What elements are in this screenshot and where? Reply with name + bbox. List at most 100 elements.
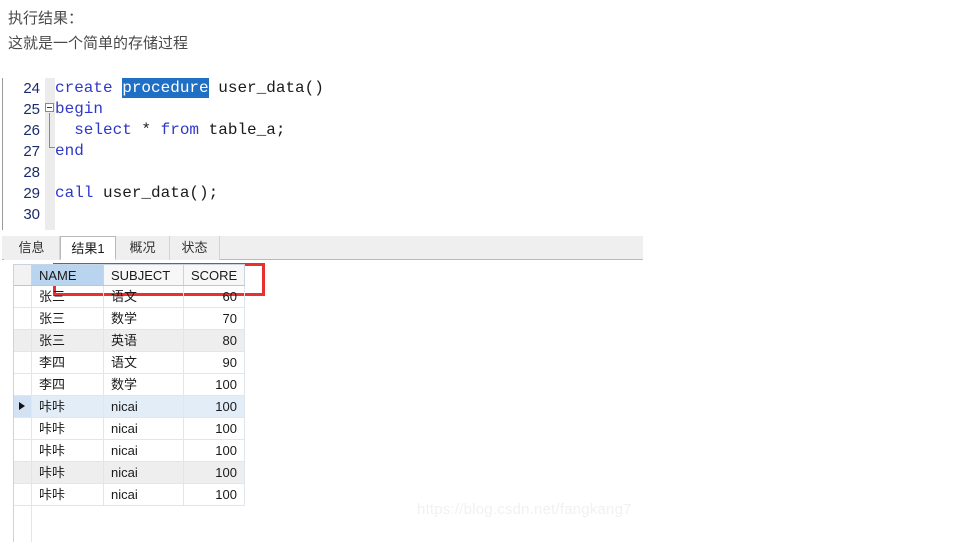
code-token: table_a; — [208, 121, 286, 139]
cell-subject[interactable]: 数学 — [104, 374, 184, 395]
row-selector-cell[interactable] — [14, 462, 32, 483]
table-row[interactable]: 张三 语文 60 — [14, 286, 245, 308]
cell-score[interactable]: 100 — [184, 440, 245, 461]
cell-score[interactable]: 60 — [184, 286, 245, 307]
code-line[interactable]: 30 — [0, 204, 968, 225]
row-selector-header-cell — [14, 265, 32, 285]
code-line-number: 28 — [23, 164, 40, 181]
code-token: select — [55, 121, 142, 139]
code-line-number: 24 — [23, 80, 40, 97]
code-line-number: 29 — [23, 185, 40, 202]
table-row[interactable]: 咔咔 nicai 100 — [14, 462, 245, 484]
cell-name[interactable]: 咔咔 — [32, 440, 104, 461]
code-token: user_data() — [208, 79, 324, 97]
current-row-arrow-icon — [19, 402, 25, 410]
column-header-name[interactable]: NAME — [32, 265, 104, 285]
cell-subject[interactable]: nicai — [104, 440, 184, 461]
cell-subject[interactable]: 语文 — [104, 286, 184, 307]
result-tab-4[interactable]: 状态 — [170, 236, 220, 260]
code-line[interactable]: 28 — [0, 162, 968, 183]
result-grid[interactable]: NAME SUBJECT SCORE 张三 语文 60 张三 数学 70 张三 英语 80 李四 语文 90… — [13, 264, 245, 506]
cell-score[interactable]: 100 — [184, 484, 245, 505]
code-token: call — [55, 184, 104, 202]
cell-subject[interactable]: nicai — [104, 484, 184, 505]
cell-subject[interactable]: 英语 — [104, 330, 184, 351]
cell-score[interactable]: 100 — [184, 374, 245, 395]
code-token: end — [55, 142, 84, 160]
cell-score[interactable]: 70 — [184, 308, 245, 329]
code-line-text[interactable]: create procedure user_data() — [55, 78, 324, 99]
table-row[interactable]: 咔咔 nicai 100 — [14, 418, 245, 440]
row-selector-cell[interactable] — [14, 418, 32, 439]
result-grid-header-row: NAME SUBJECT SCORE — [14, 265, 245, 286]
cell-name[interactable]: 李四 — [32, 374, 104, 395]
column-header-score[interactable]: SCORE — [184, 265, 245, 285]
code-line[interactable]: 29 call user_data(); — [0, 183, 968, 204]
row-selector-cell[interactable] — [14, 484, 32, 505]
result-tab-label: 信息 — [18, 240, 45, 255]
code-line-number: 30 — [23, 206, 40, 223]
cell-subject[interactable]: nicai — [104, 418, 184, 439]
table-row[interactable]: 咔咔 nicai 100 — [14, 484, 245, 506]
result-tab-2[interactable]: 结果1 — [60, 236, 116, 260]
result-grid-gutter-divider — [31, 506, 32, 542]
row-selector-cell[interactable] — [14, 440, 32, 461]
code-line-text[interactable]: call user_data(); — [55, 183, 218, 204]
cell-name[interactable]: 张三 — [32, 330, 104, 351]
cell-subject[interactable]: nicai — [104, 396, 184, 417]
table-row[interactable]: 李四 语文 90 — [14, 352, 245, 374]
cell-name[interactable]: 咔咔 — [32, 418, 104, 439]
code-line-text[interactable]: select * from table_a; — [55, 120, 285, 141]
column-header-subject[interactable]: SUBJECT — [104, 265, 184, 285]
result-tab-label: 结果1 — [71, 241, 105, 256]
result-tab-bar[interactable]: 信息 结果1 概况 状态 — [2, 236, 643, 260]
cell-score[interactable]: 80 — [184, 330, 245, 351]
cell-score[interactable]: 100 — [184, 418, 245, 439]
code-fold-bracket-foot — [49, 147, 55, 148]
code-line[interactable]: 24 create procedure user_data() — [0, 78, 968, 99]
row-selector-cell[interactable] — [14, 308, 32, 329]
result-tab-3[interactable]: 概况 — [116, 236, 170, 260]
table-row[interactable]: 咔咔 nicai 100 — [14, 396, 245, 418]
table-row[interactable]: 张三 英语 80 — [14, 330, 245, 352]
row-selector-cell[interactable] — [14, 330, 32, 351]
cell-subject[interactable]: 语文 — [104, 352, 184, 373]
code-token: begin — [55, 100, 104, 118]
cell-name[interactable]: 李四 — [32, 352, 104, 373]
code-token: create — [55, 79, 123, 97]
cell-name[interactable]: 咔咔 — [32, 396, 104, 417]
cell-name[interactable]: 张三 — [32, 286, 104, 307]
cell-name[interactable]: 张三 — [32, 308, 104, 329]
code-line[interactable]: 26 select * from table_a; — [0, 120, 968, 141]
row-selector-cell[interactable] — [14, 352, 32, 373]
code-line-number: 26 — [23, 122, 40, 139]
row-selector-cell[interactable] — [14, 374, 32, 395]
cell-score[interactable]: 90 — [184, 352, 245, 373]
cell-subject[interactable]: 数学 — [104, 308, 184, 329]
code-line-text[interactable]: begin — [55, 99, 103, 120]
cell-score[interactable]: 100 — [184, 396, 245, 417]
table-row[interactable]: 张三 数学 70 — [14, 308, 245, 330]
code-line[interactable]: 25 begin — [0, 99, 968, 120]
row-selector-cell[interactable] — [14, 396, 32, 417]
cell-subject[interactable]: nicai — [104, 462, 184, 483]
cell-name[interactable]: 咔咔 — [32, 484, 104, 505]
table-row[interactable]: 李四 数学 100 — [14, 374, 245, 396]
code-token: user_data(); — [103, 184, 219, 202]
cell-score[interactable]: 100 — [184, 462, 245, 483]
blog-watermark: https://blog.csdn.net/fangkang7 — [417, 501, 632, 518]
intro-line-result-label: 执行结果： — [8, 10, 84, 27]
code-line-number: 25 — [23, 101, 40, 118]
code-token: from — [160, 121, 209, 139]
result-grid-empty-area — [13, 506, 245, 542]
code-line-text[interactable]: end — [55, 141, 84, 162]
result-tab-1[interactable]: 信息 — [4, 236, 60, 260]
code-token: * — [141, 121, 161, 139]
cell-name[interactable]: 咔咔 — [32, 462, 104, 483]
table-row[interactable]: 咔咔 nicai 100 — [14, 440, 245, 462]
sql-code-editor[interactable]: 24 create procedure user_data() 25 begin 26 … — [0, 78, 968, 296]
code-line[interactable]: 27 end — [0, 141, 968, 162]
row-selector-cell[interactable] — [14, 286, 32, 307]
code-fold-minus-glyph — [47, 107, 52, 108]
intro-line-description: 这就是一个简单的存储过程 — [8, 35, 189, 52]
